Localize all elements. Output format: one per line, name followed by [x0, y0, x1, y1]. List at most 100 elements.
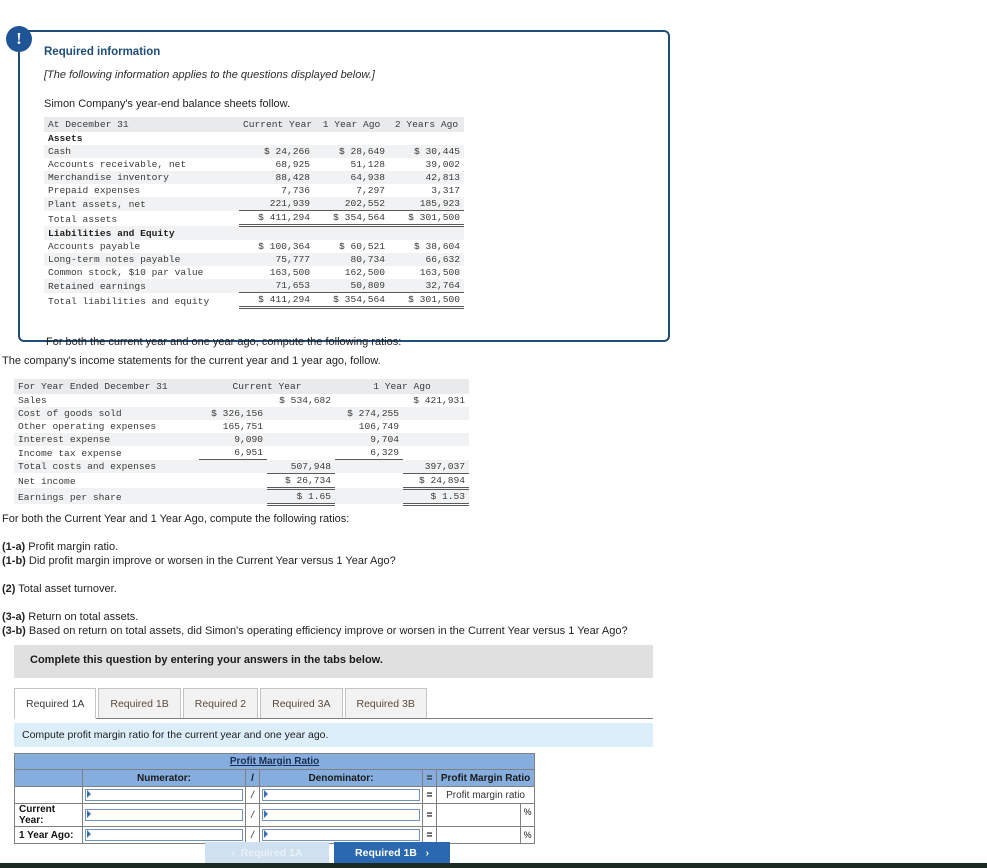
row-label: Income tax expense [18, 447, 122, 459]
row-value: $ 354,564 [314, 210, 389, 227]
denominator-cell[interactable] [259, 786, 423, 804]
numerator-cell[interactable] [82, 826, 246, 844]
row-label: Net income [18, 476, 76, 487]
row-value [314, 225, 389, 240]
requirement-1b-number: (1-b) [2, 555, 26, 567]
row-value: 66,632 [389, 253, 464, 266]
row-value: 42,813 [389, 171, 464, 184]
row-value: $ 421,931 [413, 395, 466, 406]
row-label-current-year: Current Year: [14, 803, 83, 827]
table-row: Earnings per share $ 1.65 $ 1.53 [14, 488, 470, 506]
row-value: 163,500 [269, 267, 310, 278]
row-value [199, 473, 267, 488]
tab-required-3b[interactable]: Required 3B [344, 688, 427, 718]
requirement-1a-text: Profit margin ratio. [25, 541, 119, 553]
denominator-input[interactable] [262, 789, 420, 801]
row-value [335, 394, 403, 407]
table-row: Net income $ 26,734 $ 24,894 [14, 473, 470, 490]
result-cell[interactable]: % [435, 803, 536, 827]
grid-header-denominator: Denominator: [259, 769, 423, 787]
table-row: Assets [44, 132, 464, 145]
table-header-row: For Year Ended December 31 Current Year … [14, 379, 470, 394]
result-cell[interactable]: % [435, 826, 536, 844]
numerator-input[interactable] [85, 789, 243, 801]
row-value: 163,500 [419, 267, 460, 278]
row-value: 9,704 [335, 433, 403, 446]
requirement-tabs[interactable]: Required 1A Required 1B Required 2 Requi… [14, 688, 653, 719]
chevron-right-icon: › [425, 848, 429, 859]
row-value: 71,653 [239, 279, 314, 293]
column-header: For Year Ended December 31 [14, 379, 199, 394]
row-value: 64,938 [314, 171, 389, 184]
row-label: Common stock, $10 par value [48, 267, 204, 278]
complete-question-text: Complete this question by entering your … [30, 654, 383, 666]
row-value: $ 24,894 [403, 473, 470, 490]
tab-required-3a[interactable]: Required 3A [260, 688, 343, 718]
next-requirement-label: Required 1B [355, 847, 417, 859]
table-row: Total costs and expenses 507,948 397,037 [14, 459, 470, 474]
row-value [239, 132, 314, 145]
grid-header-result: Profit Margin Ratio [435, 769, 536, 787]
requirement-3a-number: (3-a) [2, 611, 26, 623]
row-value: $ 301,500 [389, 292, 464, 309]
requirements-intro: For both the Current Year and 1 Year Ago… [2, 513, 350, 525]
table-row-total: Total assets $ 411,294 $ 354,564 $ 301,5… [44, 210, 464, 227]
row-value [403, 407, 470, 420]
row-value: $ 354,564 [314, 292, 389, 309]
numerator-cell[interactable] [82, 803, 246, 827]
slash-label: / [245, 786, 260, 804]
row-value [267, 407, 335, 420]
requirement-2-text: Total asset turnover. [15, 583, 117, 595]
requirement-3b: (3-b) Based on return on total assets, d… [2, 624, 702, 638]
grid-header-blank [14, 769, 83, 787]
row-value: $ 411,294 [239, 292, 314, 309]
grid-row-1-year-ago: 1 Year Ago: / = % [14, 826, 536, 844]
numerator-input[interactable] [85, 829, 243, 841]
row-label: Cash [44, 145, 239, 158]
prev-requirement-button[interactable]: ‹ Required 1A [205, 842, 329, 864]
row-label: Long-term notes payable [44, 253, 239, 266]
slash-label: / [245, 803, 260, 827]
numerator-input[interactable] [85, 809, 243, 821]
row-value: 106,749 [358, 421, 399, 432]
grid-title-row: Profit Margin Ratio [13, 753, 536, 770]
denominator-cell[interactable] [259, 826, 423, 844]
tab-required-1b[interactable]: Required 1B [98, 688, 181, 718]
next-requirement-button[interactable]: Required 1B › [334, 842, 450, 864]
row-value [335, 488, 403, 504]
denominator-input[interactable] [262, 809, 420, 821]
denominator-cell[interactable] [259, 803, 423, 827]
row-value [335, 473, 403, 488]
row-value: 88,428 [239, 171, 314, 184]
result-input[interactable] [439, 829, 519, 841]
equals-label: = [422, 786, 437, 804]
tab-instruction-text: Compute profit margin ratio for the curr… [22, 729, 329, 741]
row-value: $ 274,255 [335, 407, 403, 420]
row-value [403, 433, 470, 446]
tab-required-2[interactable]: Required 2 [182, 688, 259, 718]
grid-title: Profit Margin Ratio [13, 753, 536, 770]
row-value: 397,037 [403, 459, 470, 474]
row-value: 9,090 [199, 433, 267, 446]
row-value: 32,764 [389, 279, 464, 293]
table-row: Interest expense 9,090 9,704 [14, 433, 470, 446]
row-value: 6,329 [335, 446, 403, 460]
requirement-2-number: (2) [2, 583, 16, 595]
numerator-cell[interactable] [82, 786, 246, 804]
row-label-1-year-ago: 1 Year Ago: [14, 826, 83, 844]
table-row: Long-term notes payable 75,777 80,734 66… [44, 253, 464, 266]
row-value [314, 132, 389, 145]
required-information-footer: For both the current year and one year a… [46, 336, 402, 348]
row-value: 7,297 [356, 185, 385, 196]
tab-required-1a[interactable]: Required 1A [14, 688, 97, 719]
grid-header-equals: = [422, 769, 437, 787]
grid-header-row: Numerator: / Denominator: = Profit Margi… [14, 769, 536, 787]
required-information-note: [The following information applies to th… [44, 69, 375, 81]
row-value: 7,736 [281, 185, 310, 196]
row-label [14, 786, 83, 804]
row-label: Liabilities and Equity [44, 225, 239, 240]
result-input[interactable] [439, 809, 519, 821]
row-label: Earnings per share [14, 488, 199, 504]
tab-instruction-bar: Compute profit margin ratio for the curr… [14, 723, 653, 747]
denominator-input[interactable] [262, 829, 420, 841]
